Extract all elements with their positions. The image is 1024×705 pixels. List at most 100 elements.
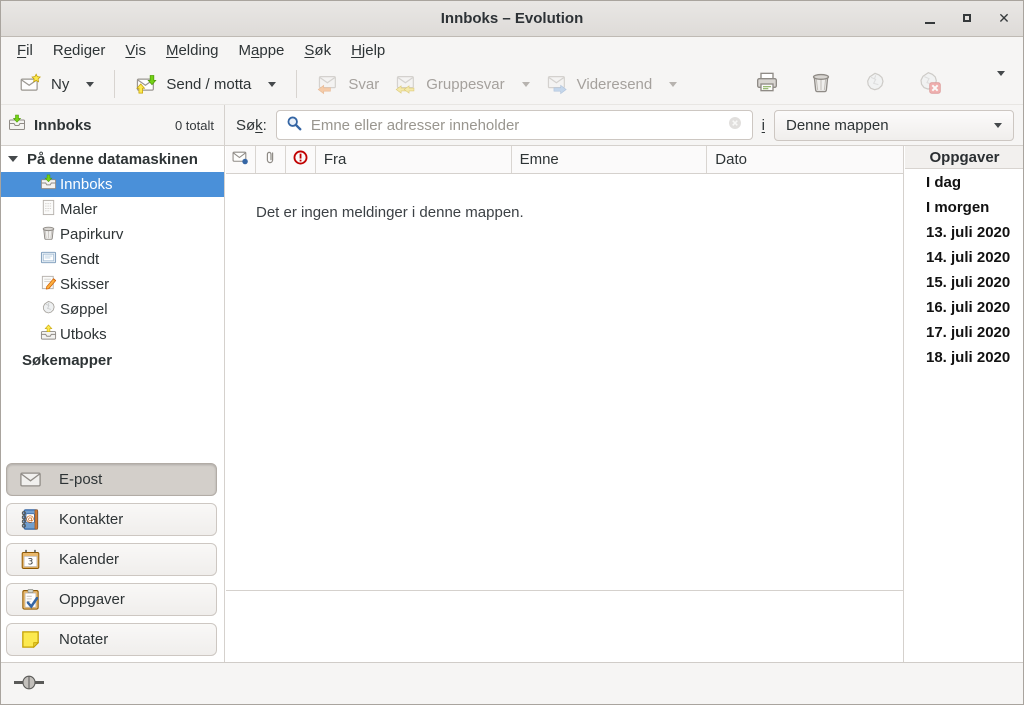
inbox-icon xyxy=(8,114,26,136)
switcher-calendar-button[interactable]: 3 Kalender xyxy=(6,543,217,576)
task-group-tomorrow[interactable]: I morgen xyxy=(905,195,1024,220)
sidebar-item-maler[interactable]: Maler xyxy=(0,197,224,222)
menu-rediger[interactable]: Rediger xyxy=(43,39,116,62)
drafts-icon xyxy=(40,274,57,295)
folder-message-count: 0 totalt xyxy=(175,118,216,133)
send-receive-label: Send / motta xyxy=(166,76,251,93)
task-pane-title: Oppgaver xyxy=(905,146,1024,169)
window-title: Innboks – Evolution xyxy=(441,10,584,27)
not-junk-button[interactable] xyxy=(912,65,946,103)
folder-header: Innboks 0 totalt xyxy=(0,105,225,145)
reply-icon xyxy=(317,73,339,95)
task-group-date[interactable]: 18. juli 2020 xyxy=(905,345,1024,370)
clear-search-icon[interactable] xyxy=(727,115,743,135)
new-message-button[interactable]: Ny xyxy=(12,68,102,100)
memos-icon xyxy=(19,628,42,651)
menu-vis[interactable]: Vis xyxy=(115,39,156,62)
column-from[interactable]: Fra xyxy=(316,146,512,173)
sidebar-item-soppel[interactable]: Søppel xyxy=(0,297,224,322)
reply-button[interactable]: Svar xyxy=(309,68,387,100)
group-reply-button[interactable]: Gruppesvar xyxy=(387,68,537,100)
task-group-date[interactable]: 13. juli 2020 xyxy=(905,220,1024,245)
toolbar-separator xyxy=(296,70,297,98)
column-attachment[interactable] xyxy=(256,146,286,173)
column-date[interactable]: Dato xyxy=(707,146,903,173)
menu-hjelp[interactable]: Hjelp xyxy=(341,39,395,62)
search-scope-select[interactable]: Denne mappen xyxy=(774,110,1014,141)
sidebar-item-skisser[interactable]: Skisser xyxy=(0,272,224,297)
sidebar-item-innboks[interactable]: Innboks xyxy=(0,172,224,197)
delete-button[interactable] xyxy=(804,65,838,103)
send-receive-icon xyxy=(135,73,157,95)
switcher-tasks-button[interactable]: Oppgaver xyxy=(6,583,217,616)
sent-icon xyxy=(40,249,57,270)
maximize-icon xyxy=(963,14,971,22)
print-button[interactable] xyxy=(750,65,784,103)
not-junk-icon xyxy=(917,81,941,98)
group-reply-label: Gruppesvar xyxy=(426,76,504,93)
trash-icon xyxy=(40,224,57,245)
sidebar-item-utboks[interactable]: Utboks xyxy=(0,322,224,347)
menu-mappe[interactable]: Mappe xyxy=(229,39,295,62)
search-scope-value: Denne mappen xyxy=(786,117,889,134)
sidebar-item-sendt[interactable]: Sendt xyxy=(0,247,224,272)
component-switcher: E-post @ Kontakter 3 Kalender Oppgaver N… xyxy=(6,463,217,656)
task-group-today[interactable]: I dag xyxy=(905,170,1024,195)
expander-icon[interactable] xyxy=(8,156,18,162)
task-group-date[interactable]: 16. juli 2020 xyxy=(905,295,1024,320)
chevron-down-icon xyxy=(669,82,677,87)
chevron-down-icon xyxy=(268,82,276,87)
search-entry[interactable] xyxy=(276,110,753,140)
switcher-mail-button[interactable]: E-post xyxy=(6,463,217,496)
menu-fil[interactable]: Fil xyxy=(7,39,43,62)
sidebar-item-papirkurv[interactable]: Papirkurv xyxy=(0,222,224,247)
message-list-pane: Fra Emne Dato Det er ingen meldinger i d… xyxy=(226,146,904,662)
forward-button[interactable]: Videresend xyxy=(538,68,686,100)
new-message-label: Ny xyxy=(51,76,69,93)
toolbar-overflow-button[interactable] xyxy=(992,71,1010,98)
column-status[interactable] xyxy=(226,146,256,173)
task-group-date[interactable]: 14. juli 2020 xyxy=(905,245,1024,270)
new-mail-icon xyxy=(20,73,42,95)
junk-icon xyxy=(40,299,57,320)
menubar: Fil Rediger Vis Melding Mappe Søk Hjelp xyxy=(0,37,1024,64)
toolbar-right-icons xyxy=(750,65,1012,103)
chevron-down-icon xyxy=(997,71,1005,93)
column-subject[interactable]: Emne xyxy=(512,146,708,173)
svg-text:@: @ xyxy=(26,513,34,523)
priority-icon xyxy=(292,149,309,170)
switcher-contacts-button[interactable]: @ Kontakter xyxy=(6,503,217,536)
column-priority[interactable] xyxy=(286,146,316,173)
search-area: Søk: i Denne mappen xyxy=(226,105,1024,145)
forward-icon xyxy=(546,73,568,95)
content-area: På denne datamaskinen Innboks Maler Papi… xyxy=(0,146,1024,662)
junk-button[interactable] xyxy=(858,65,892,103)
menu-melding[interactable]: Melding xyxy=(156,39,229,62)
maximize-button[interactable] xyxy=(959,10,975,26)
sidebar-section-sokemapper[interactable]: Søkemapper xyxy=(0,347,224,373)
inbox-icon xyxy=(40,174,57,195)
search-input[interactable] xyxy=(311,117,719,134)
calendar-icon: 3 xyxy=(19,548,42,571)
status-bar xyxy=(0,662,1024,705)
junk-icon xyxy=(863,81,887,98)
empty-folder-message: Det er ingen meldinger i denne mappen. xyxy=(256,204,903,221)
minimize-button[interactable] xyxy=(922,10,938,26)
online-status-icon[interactable] xyxy=(14,675,44,694)
search-row: Innboks 0 totalt Søk: i Denne mappen xyxy=(0,105,1024,146)
send-receive-button[interactable]: Send / motta xyxy=(127,68,284,100)
close-icon: ✕ xyxy=(998,11,1010,25)
forward-label: Videresend xyxy=(577,76,653,93)
menu-sok[interactable]: Søk xyxy=(294,39,341,62)
task-group-date[interactable]: 15. juli 2020 xyxy=(905,270,1024,295)
close-button[interactable]: ✕ xyxy=(996,10,1012,26)
search-icon xyxy=(286,115,303,136)
search-label: Søk: xyxy=(236,117,267,134)
message-list-header: Fra Emne Dato xyxy=(226,146,903,174)
switcher-memos-button[interactable]: Notater xyxy=(6,623,217,656)
preview-pane-splitter[interactable] xyxy=(226,590,903,591)
task-group-date[interactable]: 17. juli 2020 xyxy=(905,320,1024,345)
minimize-icon xyxy=(925,22,935,24)
sidebar-root-on-this-computer[interactable]: På denne datamaskinen xyxy=(0,146,224,172)
chevron-down-icon xyxy=(994,123,1002,128)
